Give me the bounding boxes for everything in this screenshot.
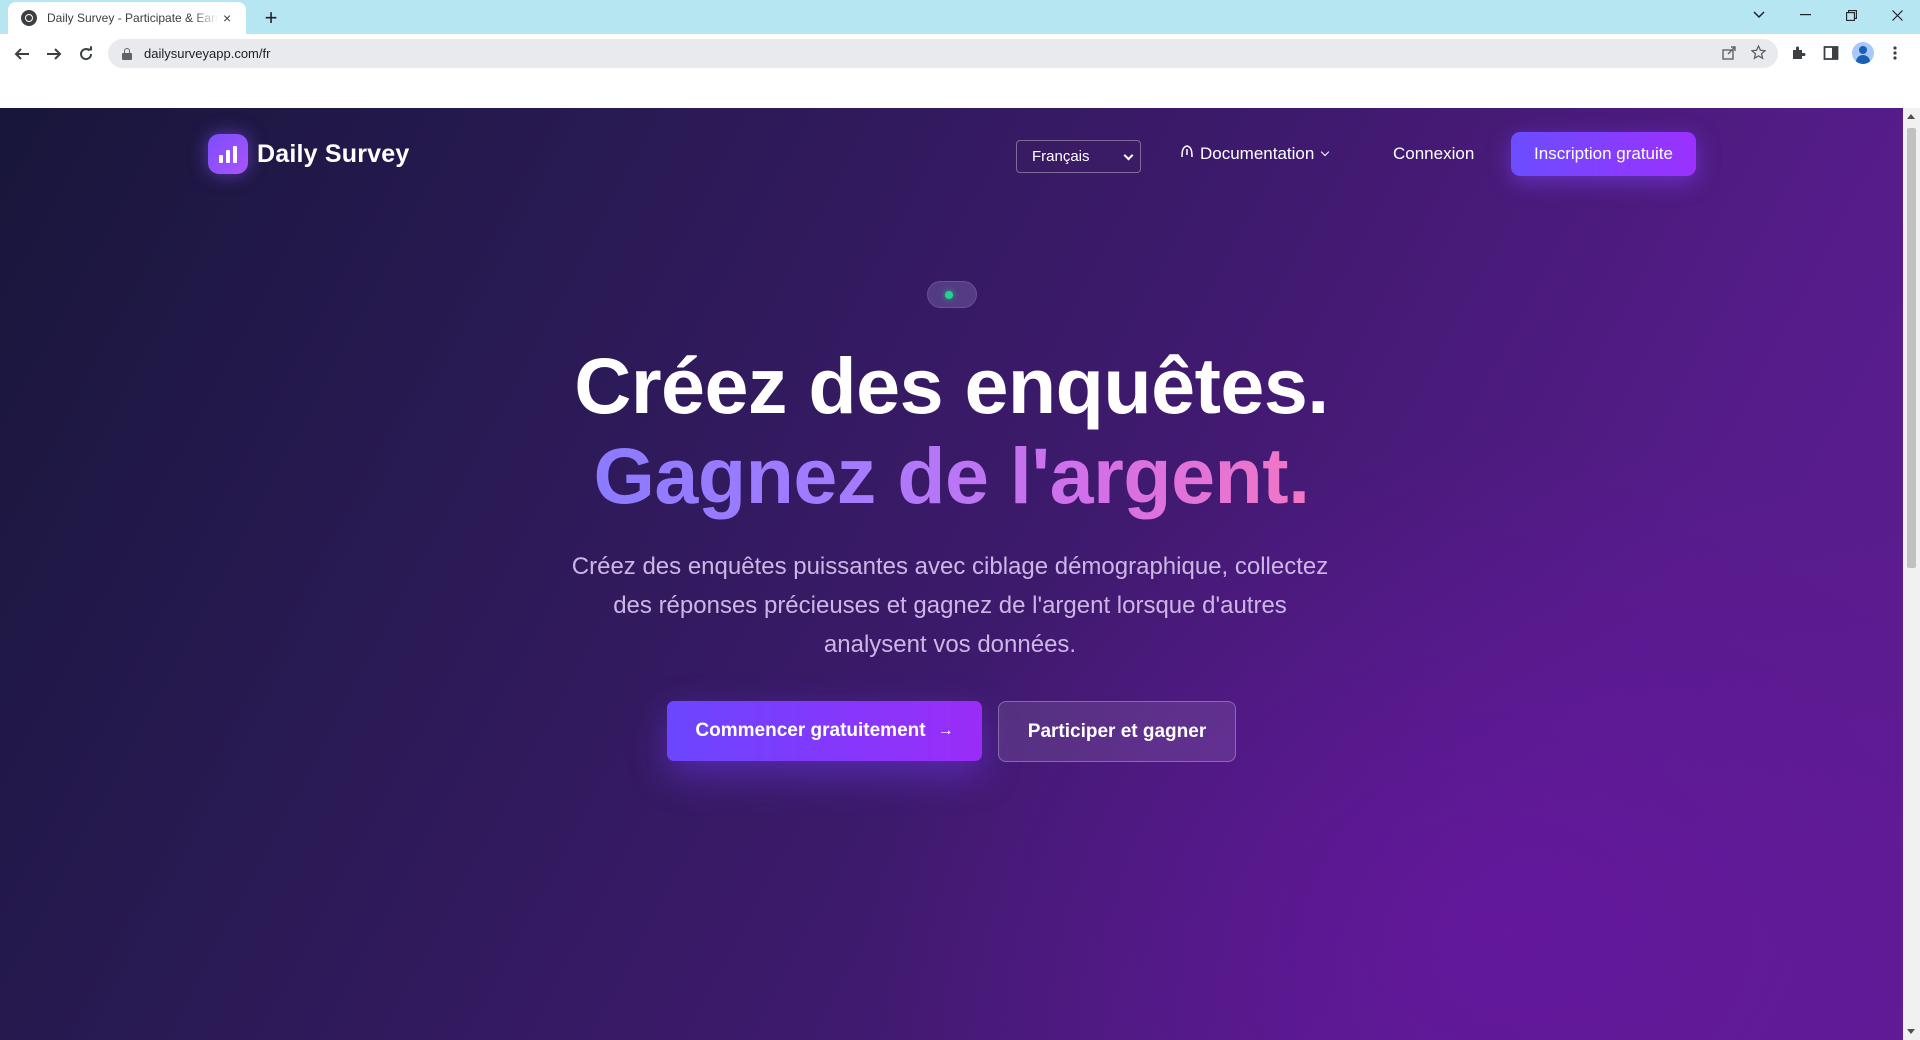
- start-free-label: Commencer gratuitement: [695, 720, 926, 741]
- language-select[interactable]: Français: [1016, 140, 1141, 173]
- documentation-label: Documentation: [1200, 144, 1315, 163]
- arrow-right-icon: →: [937, 722, 954, 739]
- lock-icon[interactable]: [122, 47, 132, 60]
- browser-tab[interactable]: Daily Survey - Participate & Earn ×: [8, 2, 246, 34]
- start-free-button[interactable]: Commencer gratuitement →: [667, 701, 982, 761]
- bookmark-star-icon[interactable]: [1750, 43, 1767, 63]
- scroll-up-icon[interactable]: [1907, 114, 1915, 119]
- language-selected-value: Français: [1032, 148, 1090, 165]
- page-viewport: Daily Survey Français Documentation Conn…: [0, 108, 1903, 1040]
- chevron-down-icon: [1321, 147, 1330, 157]
- participate-earn-button[interactable]: Participer et gagner: [998, 701, 1236, 762]
- side-panel-icon[interactable]: [1820, 42, 1842, 64]
- scrollbar-thumb[interactable]: [1907, 128, 1916, 568]
- address-bar[interactable]: dailysurveyapp.com/fr: [108, 39, 1778, 68]
- tab-close-icon[interactable]: ×: [218, 9, 236, 27]
- close-icon[interactable]: [1874, 0, 1920, 30]
- url-text[interactable]: dailysurveyapp.com/fr: [144, 46, 270, 61]
- back-icon[interactable]: [8, 40, 36, 68]
- new-tab-button[interactable]: +: [258, 5, 284, 31]
- page-scrollbar[interactable]: [1903, 108, 1920, 1040]
- restore-icon[interactable]: [1828, 0, 1874, 30]
- profile-avatar-icon[interactable]: [1852, 42, 1874, 64]
- bar-chart-logo-icon: [208, 134, 248, 174]
- globe-favicon-icon: [21, 10, 37, 26]
- hero-title-highlight: Gagnez de l'argent.: [593, 431, 1310, 520]
- chevron-down-icon: [1123, 150, 1134, 161]
- browser-tabstrip: Daily Survey - Participate & Earn × +: [0, 0, 1920, 34]
- extensions-icon[interactable]: [1788, 42, 1810, 64]
- status-badge: [927, 281, 977, 308]
- tab-search-icon[interactable]: [1736, 0, 1782, 30]
- reload-icon[interactable]: [72, 40, 100, 68]
- scroll-down-icon[interactable]: [1907, 1029, 1915, 1034]
- signup-button[interactable]: Inscription gratuite: [1511, 132, 1696, 176]
- brand-home-link[interactable]: Daily Survey: [208, 134, 410, 174]
- hero-subtitle: Créez des enquêtes puissantes avec cibla…: [571, 553, 1329, 658]
- documentation-menu[interactable]: Documentation: [1177, 144, 1330, 164]
- hero-title: Créez des enquêtes.: [574, 341, 1329, 430]
- brand-name: Daily Survey: [257, 139, 410, 168]
- window-controls: [1736, 0, 1920, 30]
- forward-icon[interactable]: [40, 40, 68, 68]
- browser-toolbar: dailysurveyapp.com/fr: [0, 34, 1920, 72]
- login-link[interactable]: Connexion: [1393, 144, 1474, 164]
- tab-title: Daily Survey - Participate & Earn: [47, 11, 219, 25]
- minimize-icon[interactable]: [1782, 0, 1828, 30]
- status-dot: [945, 291, 953, 299]
- share-icon[interactable]: [1722, 45, 1737, 63]
- kebab-menu-icon[interactable]: [1884, 42, 1906, 64]
- book-icon: [1177, 144, 1197, 164]
